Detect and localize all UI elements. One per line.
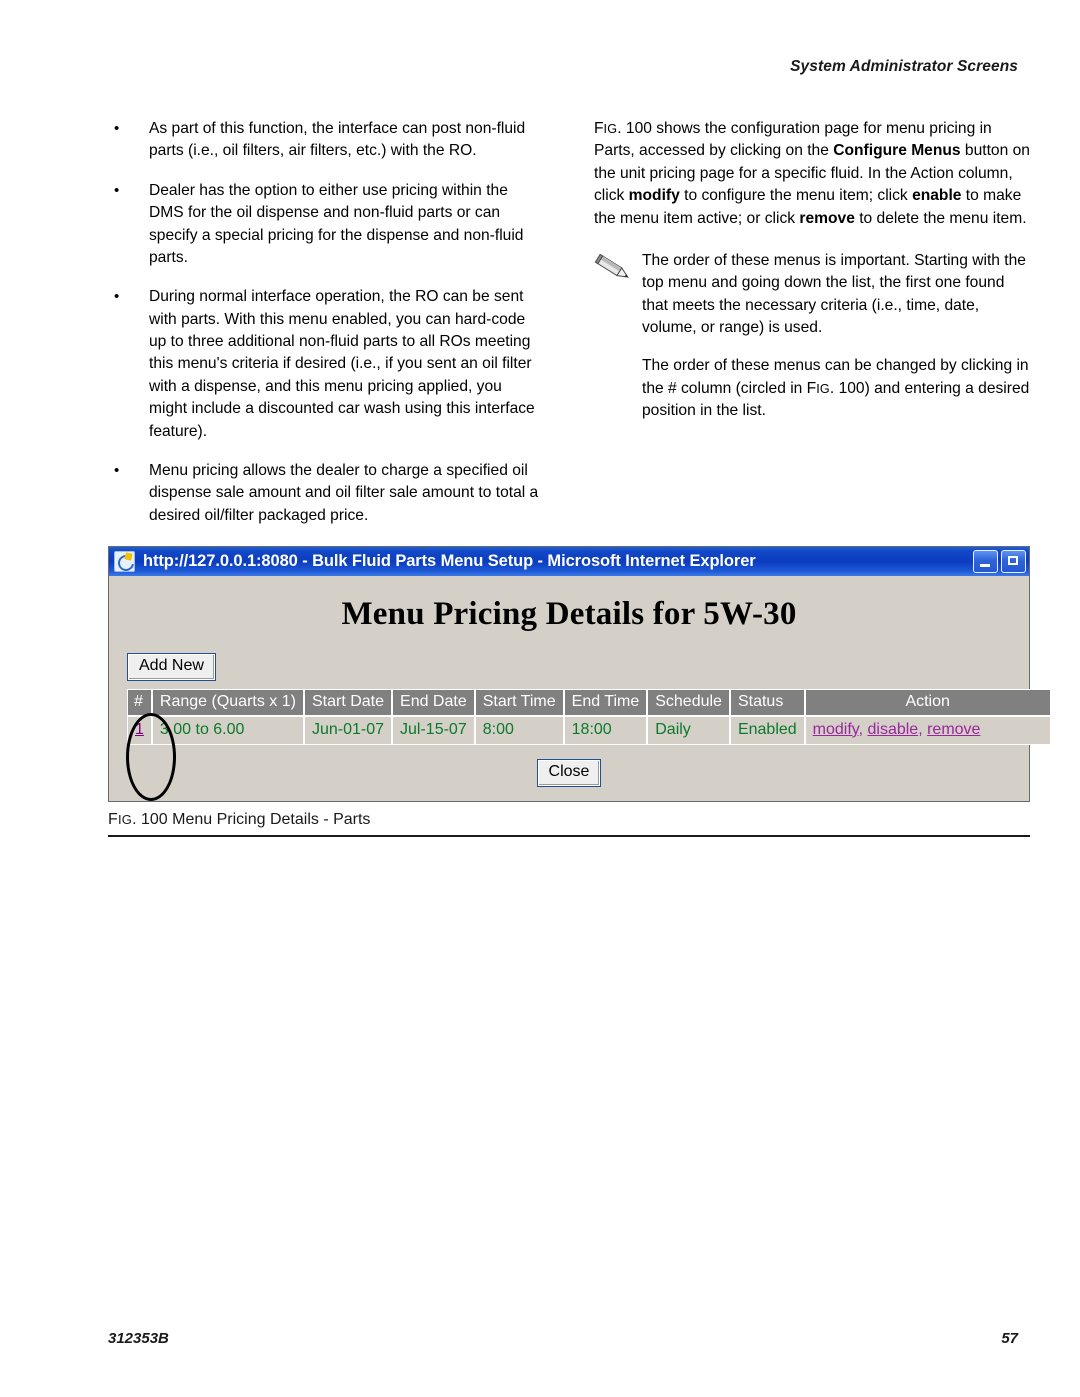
page-number: 57 bbox=[1001, 1330, 1018, 1347]
fig-ref-cap: F bbox=[594, 120, 604, 137]
minimize-icon bbox=[980, 564, 990, 567]
modify-bold: modify bbox=[628, 187, 680, 205]
menu-pricing-table: # Range (Quarts x 1) Start Date End Date… bbox=[127, 688, 1051, 745]
caption-smallcaps: IG bbox=[117, 811, 133, 827]
list-item-text: Dealer has the option to either use pric… bbox=[149, 181, 524, 266]
cell-start-time: 8:00 bbox=[474, 714, 565, 745]
enable-bold: enable bbox=[912, 187, 962, 205]
table-row: 1 3.00 to 6.00 Jun-01-07 Jul-15-07 8:00 … bbox=[127, 714, 1051, 745]
list-item-text: During normal interface operation, the R… bbox=[149, 288, 535, 440]
bullet-dot: • bbox=[114, 181, 120, 199]
left-column: • As part of this function, the interfac… bbox=[108, 118, 544, 527]
intro-paragraph: FIG. 100 shows the configuration page fo… bbox=[594, 118, 1030, 230]
page-footer: 312353B 57 bbox=[108, 1330, 1018, 1347]
cell-end-time: 18:00 bbox=[563, 714, 649, 745]
row-number-link[interactable]: 1 bbox=[135, 721, 144, 738]
close-button[interactable]: Close bbox=[536, 758, 602, 787]
restore-icon bbox=[1008, 556, 1018, 565]
note-paragraph-2: The order of these menus can be changed … bbox=[642, 355, 1030, 422]
document-number: 312353B bbox=[108, 1330, 169, 1347]
bullet-dot: • bbox=[114, 461, 120, 479]
column-header-end-date: End Date bbox=[392, 689, 476, 716]
disable-link[interactable]: disable bbox=[868, 721, 919, 738]
table-header-row: # Range (Quarts x 1) Start Date End Date… bbox=[127, 689, 1051, 716]
bullet-dot: • bbox=[114, 120, 120, 137]
cell-range: 3.00 to 6.00 bbox=[151, 714, 305, 745]
cell-status: Enabled bbox=[729, 714, 806, 745]
note-paragraph-1: The order of these menus is important. S… bbox=[642, 251, 1026, 336]
page-body: Menu Pricing Details for 5W-30 Add New #… bbox=[109, 576, 1051, 801]
cell-action: modify, disable, remove bbox=[804, 714, 1051, 745]
cell-start-date: Jun-01-07 bbox=[303, 714, 394, 745]
cell-row-number[interactable]: 1 bbox=[127, 714, 153, 745]
bullet-dot: • bbox=[114, 288, 120, 306]
fig-ref-smallcaps: IG bbox=[816, 381, 830, 396]
note-block: The order of these menus is important. S… bbox=[594, 250, 1030, 423]
column-header-schedule: Schedule bbox=[647, 689, 731, 716]
column-header-range: Range (Quarts x 1) bbox=[151, 689, 305, 716]
right-column: FIG. 100 shows the configuration page fo… bbox=[594, 118, 1030, 527]
list-item: • As part of this function, the interfac… bbox=[108, 118, 544, 163]
left-bullet-list: • As part of this function, the interfac… bbox=[108, 118, 544, 527]
remove-bold: remove bbox=[799, 209, 855, 227]
internet-explorer-icon bbox=[114, 551, 135, 572]
figure-100: http://127.0.0.1:8080 - Bulk Fluid Parts… bbox=[108, 546, 1051, 837]
caption-text: . 100 Menu Pricing Details - Parts bbox=[132, 810, 371, 828]
cell-end-date: Jul-15-07 bbox=[392, 714, 476, 745]
restore-button[interactable] bbox=[1001, 550, 1026, 573]
caption-cap: F bbox=[108, 810, 118, 828]
close-wrapper: Close bbox=[123, 758, 1015, 787]
page-title: Menu Pricing Details for 5W-30 bbox=[341, 596, 797, 632]
cell-schedule: Daily bbox=[647, 714, 731, 745]
column-header-action: Action bbox=[804, 689, 1051, 716]
browser-window: http://127.0.0.1:8080 - Bulk Fluid Parts… bbox=[108, 546, 1051, 802]
list-item: • Dealer has the option to either use pr… bbox=[108, 180, 544, 270]
running-head: System Administrator Screens bbox=[790, 58, 1018, 75]
list-item: • During normal interface operation, the… bbox=[108, 286, 544, 443]
column-header-end-time: End Time bbox=[563, 689, 649, 716]
add-new-wrapper: Add New bbox=[127, 653, 1015, 681]
figure-caption: FIG. 100 Menu Pricing Details - Parts bbox=[108, 811, 1030, 837]
column-header-start-date: Start Date bbox=[303, 689, 394, 716]
remove-link[interactable]: remove bbox=[927, 721, 980, 738]
add-new-button[interactable]: Add New bbox=[127, 653, 216, 681]
list-item: • Menu pricing allows the dealer to char… bbox=[108, 460, 544, 527]
list-item-text: Menu pricing allows the dealer to charge… bbox=[149, 461, 539, 524]
configure-menus-bold: Configure Menus bbox=[833, 142, 961, 160]
minimize-button[interactable] bbox=[973, 550, 998, 573]
window-title: http://127.0.0.1:8080 - Bulk Fluid Parts… bbox=[143, 552, 756, 570]
window-titlebar: http://127.0.0.1:8080 - Bulk Fluid Parts… bbox=[109, 547, 1029, 576]
window-controls bbox=[973, 550, 1026, 573]
intro-text-3: to configure the menu item; click bbox=[679, 187, 913, 205]
column-header-hash[interactable]: # bbox=[127, 689, 153, 716]
modify-link[interactable]: modify bbox=[813, 721, 859, 738]
pencil-icon bbox=[594, 252, 634, 286]
column-header-status: Status bbox=[729, 689, 806, 716]
list-item-text: As part of this function, the interface … bbox=[149, 120, 526, 160]
column-header-start-time: Start Time bbox=[474, 689, 565, 716]
fig-ref-smallcaps: IG bbox=[603, 122, 618, 136]
body-columns: • As part of this function, the interfac… bbox=[108, 118, 1030, 527]
intro-text-5: to delete the menu item. bbox=[854, 209, 1027, 227]
fig-ref-cap: F bbox=[806, 379, 817, 397]
